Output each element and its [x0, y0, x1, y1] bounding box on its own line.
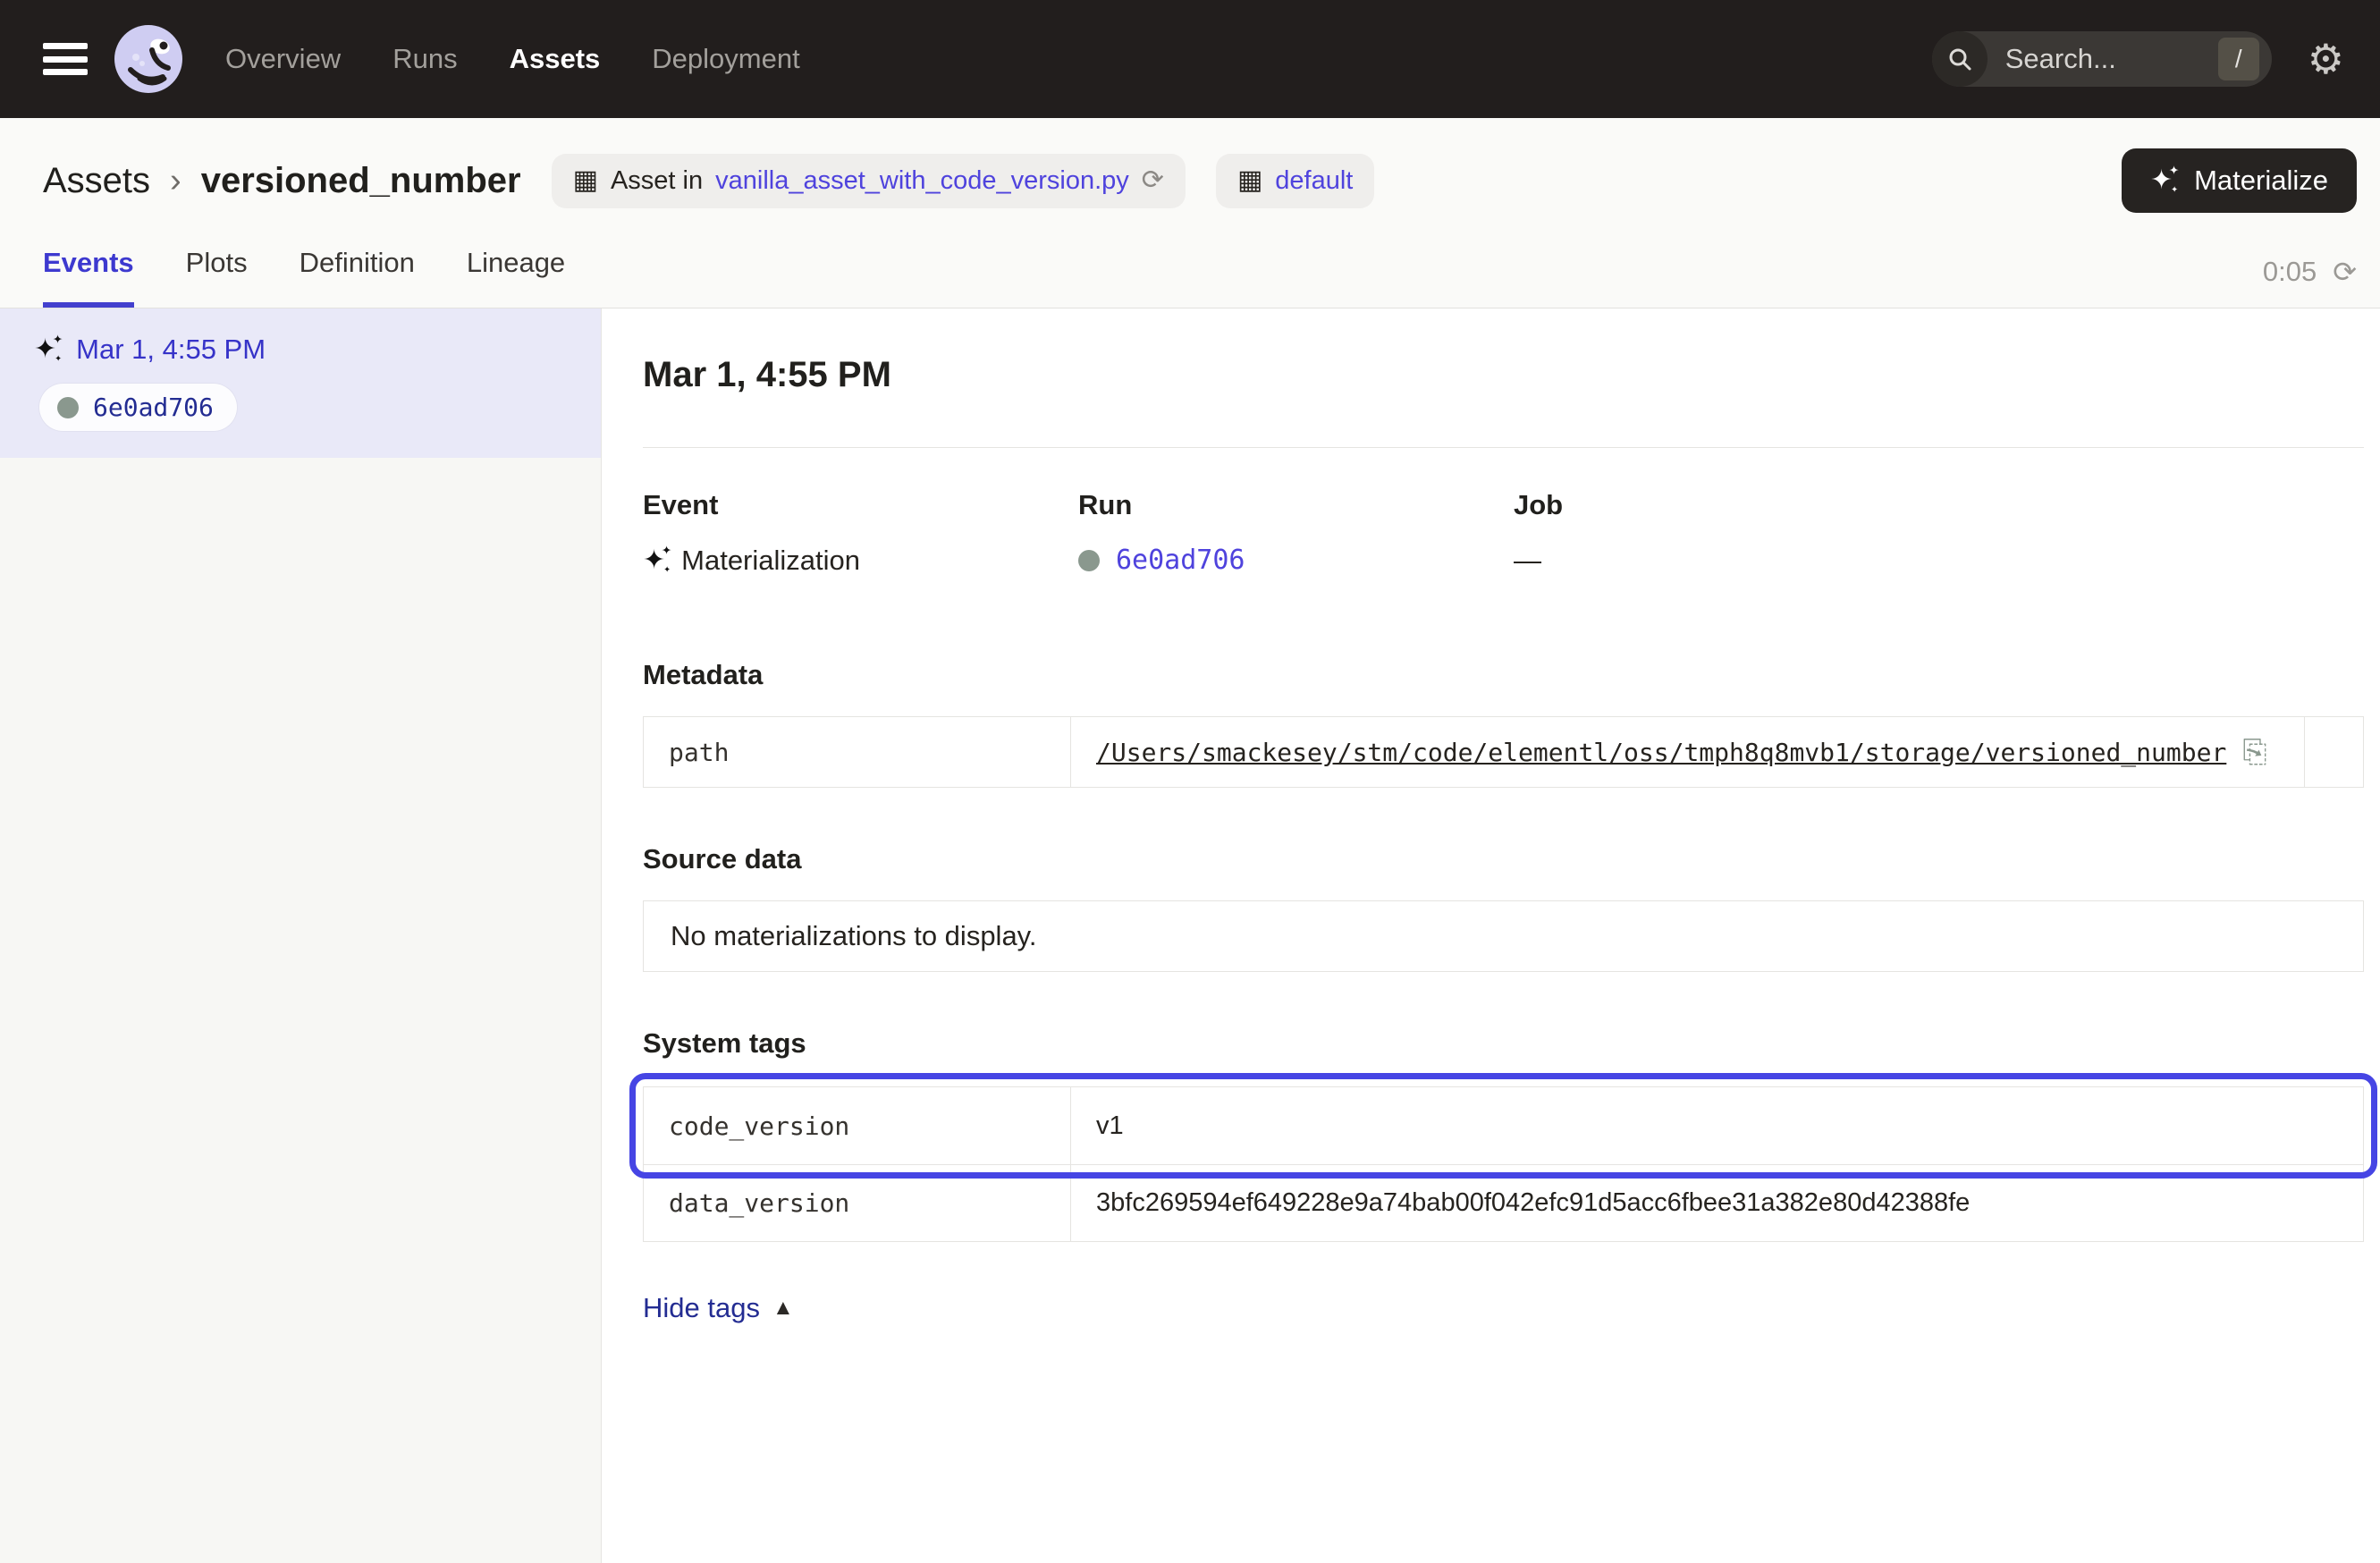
breadcrumb-assets-link[interactable]: Assets: [43, 161, 150, 201]
sparkle-icon: ✦: [2150, 167, 2173, 194]
source-data-empty-state: No materializations to display.: [643, 900, 2364, 972]
nav-link-assets[interactable]: Assets: [510, 43, 601, 75]
asset-grid-icon: ▦: [573, 167, 598, 194]
run-id: 6e0ad706: [93, 393, 214, 422]
gear-icon[interactable]: ⚙: [2308, 38, 2344, 80]
tab-lineage[interactable]: Lineage: [467, 247, 565, 308]
run-status-dot: [1078, 550, 1100, 571]
source-data-empty-message: No materializations to display.: [671, 920, 1037, 952]
metadata-actions-cell: [2304, 717, 2363, 787]
event-list-item[interactable]: ✦ Mar 1, 4:55 PM 6e0ad706: [0, 308, 601, 458]
job-value-empty: —: [1514, 545, 1541, 577]
tab-plots[interactable]: Plots: [186, 247, 248, 308]
tab-definition[interactable]: Definition: [300, 247, 415, 308]
hide-tags-link[interactable]: Hide tags ▲: [643, 1292, 794, 1324]
tab-events[interactable]: Events: [43, 247, 134, 308]
table-row-code-version: code_version v1: [644, 1087, 2363, 1164]
metadata-heading: Metadata: [643, 659, 2364, 691]
event-detail-panel: Mar 1, 4:55 PM Event ✦ Materialization R…: [602, 308, 2380, 1563]
dagster-app: Overview Runs Assets Deployment Search..…: [0, 0, 2380, 1563]
reload-definition-icon[interactable]: ⟳: [1142, 167, 1164, 194]
materialization-sparkle-icon: ✦: [643, 547, 665, 574]
event-timestamp: Mar 1, 4:55 PM: [76, 334, 266, 366]
source-data-heading: Source data: [643, 843, 2364, 875]
nav-links: Overview Runs Assets Deployment: [225, 43, 800, 75]
tag-value: 3bfc269594ef649228e9a74bab00f042efc91d5a…: [1096, 1188, 1970, 1218]
table-row: path /Users/smackesey/stm/code/elementl/…: [644, 717, 2363, 787]
asset-origin-prefix: Asset in: [611, 166, 703, 196]
event-detail-title: Mar 1, 4:55 PM: [643, 355, 2364, 395]
repo-badge: ▦ default: [1216, 154, 1374, 208]
events-sidebar: ✦ Mar 1, 4:55 PM 6e0ad706: [0, 308, 602, 1563]
materialize-button[interactable]: ✦ Materialize: [2122, 148, 2357, 213]
search-icon: [1932, 31, 1988, 87]
repo-link[interactable]: default: [1275, 166, 1353, 196]
asset-origin-file-link[interactable]: vanilla_asset_with_code_version.py: [715, 166, 1129, 196]
tag-key: data_version: [644, 1165, 1071, 1241]
tag-value: v1: [1096, 1111, 1124, 1141]
refresh-icon[interactable]: ⟳: [2333, 258, 2357, 286]
search-placeholder: Search...: [2005, 43, 2218, 75]
system-tags-heading: System tags: [643, 1027, 2364, 1060]
content: ✦ Mar 1, 4:55 PM 6e0ad706 Mar 1, 4:55 PM…: [0, 308, 2380, 1563]
top-nav: Overview Runs Assets Deployment Search..…: [0, 0, 2380, 118]
table-row-data-version: data_version 3bfc269594ef649228e9a74bab0…: [644, 1164, 2363, 1241]
metadata-path-link[interactable]: /Users/smackesey/stm/code/elementl/oss/t…: [1096, 738, 2226, 767]
asset-tabs: Events Plots Definition Lineage: [43, 247, 565, 308]
job-column-label: Job: [1514, 489, 1949, 521]
run-column-label: Run: [1078, 489, 1514, 521]
nav-link-deployment[interactable]: Deployment: [652, 43, 799, 75]
menu-icon[interactable]: [43, 43, 88, 75]
tag-key: code_version: [644, 1087, 1071, 1164]
search-shortcut-key: /: [2218, 38, 2259, 80]
asset-origin-badge: ▦ Asset in vanilla_asset_with_code_versi…: [552, 154, 1186, 208]
materialization-sparkle-icon: ✦: [34, 336, 56, 363]
event-info-grid: Event ✦ Materialization Run 6e0ad706 Job: [643, 489, 2364, 577]
materialize-button-label: Materialize: [2194, 165, 2328, 197]
event-column-label: Event: [643, 489, 1078, 521]
event-type-value: Materialization: [681, 545, 860, 577]
metadata-key: path: [644, 717, 1071, 787]
hide-tags-label: Hide tags: [643, 1292, 760, 1324]
copy-icon[interactable]: ⎘: [2242, 737, 2266, 767]
run-status-dot: [57, 397, 79, 418]
run-id-link[interactable]: 6e0ad706: [1116, 545, 1245, 576]
page-title: versioned_number: [201, 161, 521, 201]
dagster-logo-icon[interactable]: [113, 23, 184, 95]
nav-link-overview[interactable]: Overview: [225, 43, 341, 75]
system-tags-table: code_version v1 data_version 3bfc269594e…: [643, 1086, 2364, 1242]
chevron-right-icon: ›: [170, 162, 181, 200]
repo-grid-icon: ▦: [1237, 167, 1262, 194]
search-input[interactable]: Search... /: [1932, 31, 2272, 87]
breadcrumb: Assets › versioned_number: [43, 161, 521, 201]
run-chip[interactable]: 6e0ad706: [39, 384, 237, 431]
refresh-countdown: 0:05: [2263, 256, 2317, 288]
metadata-table: path /Users/smackesey/stm/code/elementl/…: [643, 716, 2364, 788]
page-header: Assets › versioned_number ▦ Asset in van…: [0, 118, 2380, 308]
caret-up-icon: ▲: [772, 1296, 794, 1321]
nav-link-runs[interactable]: Runs: [392, 43, 457, 75]
divider: [643, 447, 2364, 448]
